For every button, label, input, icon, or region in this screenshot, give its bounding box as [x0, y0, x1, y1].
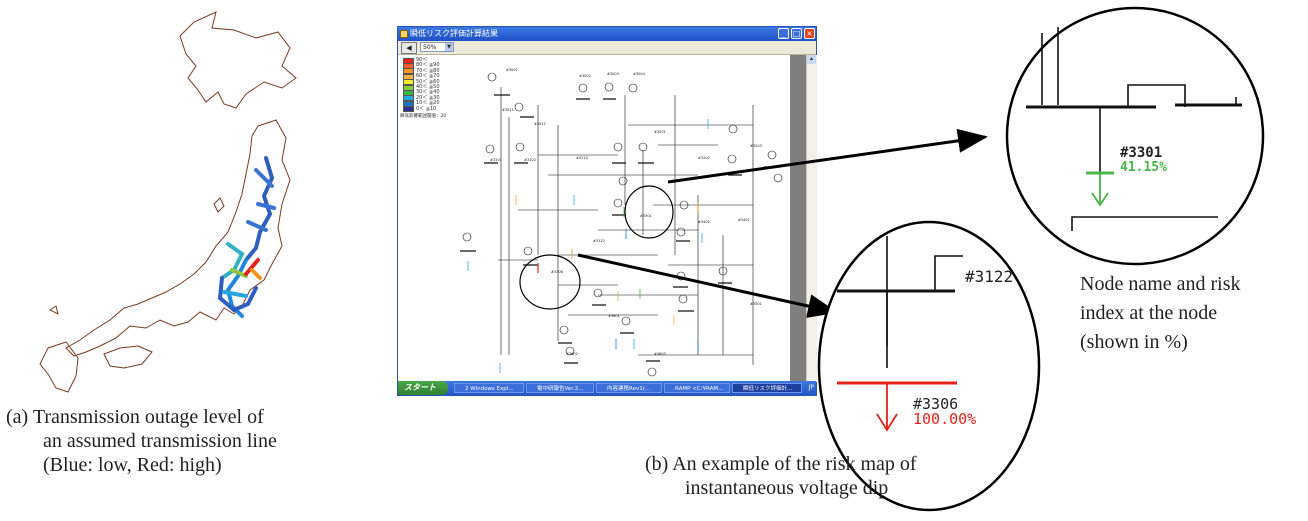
taskbar-item[interactable]: 内容連携Rev1(... — [596, 383, 662, 393]
caption-a-line2: an assumed transmission line — [43, 430, 277, 452]
japan-transmission-map — [39, 11, 297, 393]
taskbar: スタート 2 Windows Expl... 電中研報告Ver.2... 内容連… — [398, 381, 816, 395]
svg-text:#3012: #3012 — [534, 122, 546, 126]
window-title: 瞬低リスク評価計算結果 — [410, 29, 498, 38]
svg-text:#3122: #3122 — [593, 239, 605, 243]
svg-text:#3301: #3301 — [640, 214, 652, 218]
caption-a: (a) Transmission outage level of an assu… — [6, 405, 277, 477]
one-line-diagram: #3001 #3002 #3003 #3004 #3011 #3012 #3101 #31… — [460, 68, 783, 377]
taskbar-item[interactable]: 2 Windows Expl... — [454, 383, 524, 393]
svg-text:#3110: #3110 — [576, 156, 588, 160]
node-note-line: (shown in %) — [1080, 331, 1188, 353]
zoom-value: 50% — [423, 44, 437, 51]
taskbar-item[interactable]: 電中研報告Ver.2... — [526, 383, 594, 393]
kyushu-outline — [39, 341, 79, 393]
svg-text:#3603: #3603 — [654, 352, 666, 356]
svg-text:#3402: #3402 — [698, 220, 710, 224]
canvas-gutter — [790, 55, 806, 382]
svg-text:#3102: #3102 — [524, 158, 536, 162]
taskbar-item[interactable]: RAMP <C:¥RAM... — [664, 383, 730, 393]
node-name-3301: #3301 — [1120, 145, 1162, 161]
svg-text:#3602: #3602 — [566, 352, 578, 356]
honshu-outline — [65, 119, 291, 357]
maximize-button[interactable]: □ — [791, 28, 802, 39]
close-button[interactable]: × — [804, 28, 815, 39]
app-icon — [400, 30, 408, 38]
svg-text:#3002: #3002 — [579, 74, 591, 78]
window-title-bar[interactable]: 瞬低リスク評価計算結果 _ □ × — [398, 27, 816, 41]
risk-index-3306: 100.00% — [913, 410, 976, 428]
hokkaido-outline — [179, 11, 297, 109]
svg-text:#3203: #3203 — [750, 144, 762, 148]
caption-b-line2: instantaneous voltage dip — [685, 477, 889, 499]
svg-text:#3501: #3501 — [750, 302, 762, 306]
svg-text:#3201: #3201 — [654, 130, 666, 134]
caption-b-line1: (b) An example of the risk map of — [645, 453, 917, 475]
caption-a-line3: (Blue: low, Red: high) — [43, 454, 222, 476]
ime-indicator: JP — [808, 384, 814, 391]
highlight-circle-3306 — [519, 254, 581, 310]
scroll-up-icon[interactable]: ▲ — [807, 55, 816, 64]
svg-text:#3003: #3003 — [607, 72, 619, 76]
back-arrow-icon[interactable]: ◀ — [401, 42, 417, 54]
svg-text:#3202: #3202 — [698, 156, 710, 160]
node-note: Node name and risk index at the node (sh… — [1080, 270, 1241, 357]
node-name-3122: #3122 — [965, 267, 1013, 286]
svg-text:#3004: #3004 — [633, 72, 646, 76]
svg-text:#3401: #3401 — [738, 218, 750, 222]
svg-text:#3601: #3601 — [608, 314, 620, 318]
toolbar: ◀ 50% ▼ — [398, 41, 816, 55]
power-system-diagram[interactable]: 90＜ 80＜ ≦90 70＜ ≦80 60＜ ≦70 50＜ ≦60 40＜ ≦50 30… — [398, 55, 790, 382]
caption-b: (b) An example of the risk map of instan… — [645, 452, 917, 500]
minimize-button[interactable]: _ — [778, 28, 789, 39]
svg-text:#3011: #3011 — [502, 108, 514, 112]
risk-index-3301: 41.15% — [1120, 160, 1167, 175]
svg-text:#3001: #3001 — [506, 68, 518, 72]
caption-a-line1: (a) Transmission outage level of — [6, 406, 264, 428]
risk-calc-window: 瞬低リスク評価計算結果 _ □ × ◀ 50% ▼ 90＜ 80＜ ≦90 70＜ … — [397, 26, 817, 396]
zoom-select[interactable]: 50% ▼ — [420, 42, 454, 52]
taskbar-item-active[interactable]: 瞬低リスク評価計... — [732, 383, 802, 393]
node-note-line: index at the node — [1080, 302, 1218, 324]
svg-text:#3101: #3101 — [490, 158, 502, 162]
start-button[interactable]: スタート — [398, 381, 448, 395]
node-note-line: Node name and risk — [1080, 273, 1241, 295]
shikoku-outline — [103, 345, 153, 369]
svg-text:#3306: #3306 — [551, 270, 563, 274]
chevron-down-icon[interactable]: ▼ — [445, 43, 453, 51]
